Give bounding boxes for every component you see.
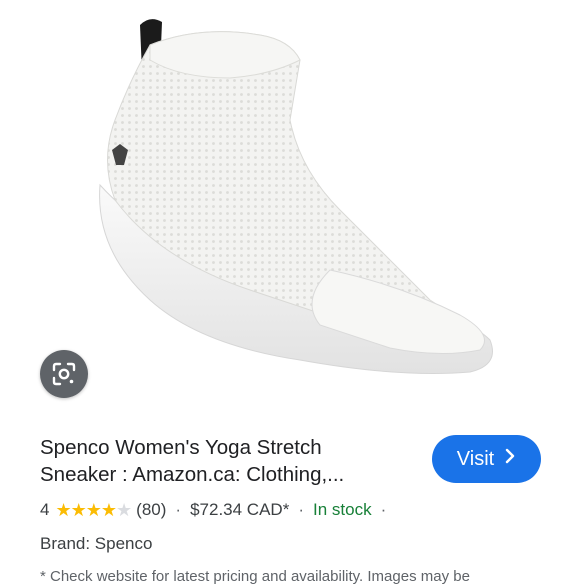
rating-value: 4: [40, 500, 50, 519]
separator-dot: ·: [380, 500, 387, 519]
product-title[interactable]: Spenco Women's Yoga Stretch Sneaker : Am…: [40, 434, 420, 488]
google-lens-button[interactable]: [40, 350, 88, 398]
star-filled-icon: ★: [100, 499, 117, 520]
brand-label: Brand: Spenco: [40, 534, 153, 553]
star-filled-icon: ★: [85, 499, 102, 520]
chevron-right-icon: [504, 448, 516, 468]
visit-button-label: Visit: [456, 447, 495, 470]
product-title-line-2: Sneaker : Amazon.ca: Clothing,...: [40, 463, 345, 486]
star-filled-icon: ★: [70, 499, 87, 520]
google-lens-icon: [52, 362, 76, 386]
white-knit-sneaker-image: [99, 19, 493, 374]
product-meta: 4 ★★★★★ (80) · $72.34 CAD* · In stock ·: [40, 498, 395, 522]
star-rating-icon: ★★★★★: [55, 499, 132, 521]
visit-button[interactable]: Visit: [432, 435, 541, 483]
product-image[interactable]: [0, 0, 580, 415]
disclaimer-footnote: * Check website for latest pricing and a…: [40, 568, 470, 585]
separator-dot: ·: [298, 500, 304, 519]
star-filled-icon: ★: [55, 499, 71, 520]
separator-dot: ·: [175, 500, 182, 519]
product-title-line-1: Spenco Women's Yoga Stretch: [40, 436, 322, 459]
stock-status: In stock: [312, 500, 372, 519]
price: $72.34 CAD*: [190, 500, 290, 519]
review-count[interactable]: (80): [136, 500, 166, 520]
star-empty-icon: ★: [116, 499, 132, 520]
